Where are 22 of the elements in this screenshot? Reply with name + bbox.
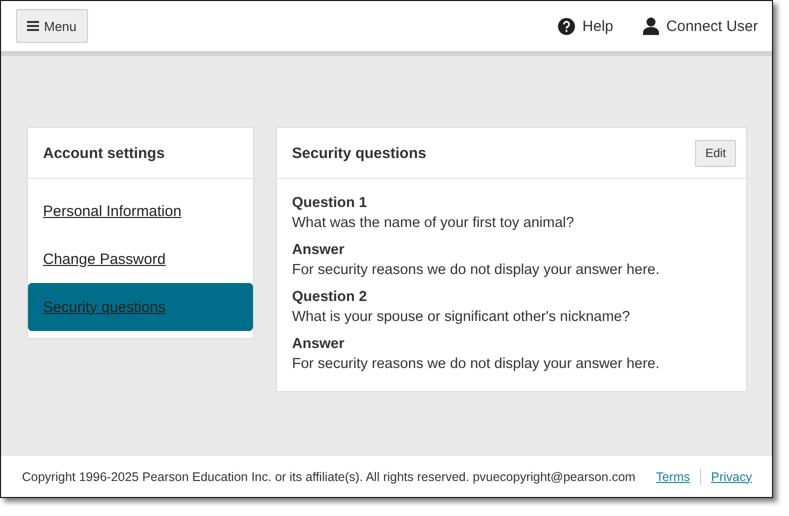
help-link[interactable]: Help xyxy=(558,18,614,34)
card-title: Security questions xyxy=(292,144,426,162)
field-value: What was the name of your first toy animal? xyxy=(292,214,576,233)
menu-button[interactable]: Menu xyxy=(16,9,88,43)
menu-icon xyxy=(27,21,39,31)
card-title: Account settings xyxy=(43,144,165,162)
field-value: What is your spouse or significant other's nickname? xyxy=(292,308,632,327)
field-label: Question 1 xyxy=(292,194,368,213)
field-label: Answer xyxy=(292,335,346,354)
footer-link[interactable]: Privacy xyxy=(711,470,752,484)
help-icon xyxy=(558,18,576,34)
footer-link[interactable]: Terms xyxy=(656,470,690,484)
field-value: For security reasons we do not display your answer here. xyxy=(292,355,661,374)
sidebar-item[interactable]: Personal Information xyxy=(28,187,253,235)
sidebar-item[interactable]: Change Password xyxy=(28,235,253,283)
copyright-text: Copyright 1996-2025 Pearson Education Inc. or its affiliate(s). All rights reserved. pvuecopyright@pearson.com xyxy=(22,470,636,484)
user-icon xyxy=(643,17,660,35)
field-label: Question 2 xyxy=(292,288,368,307)
connect-user-link[interactable]: Connect User xyxy=(643,17,758,35)
field-value: For security reasons we do not display your answer here. xyxy=(292,261,661,280)
edit-button[interactable]: Edit xyxy=(695,140,736,166)
field-label: Answer xyxy=(292,241,346,260)
